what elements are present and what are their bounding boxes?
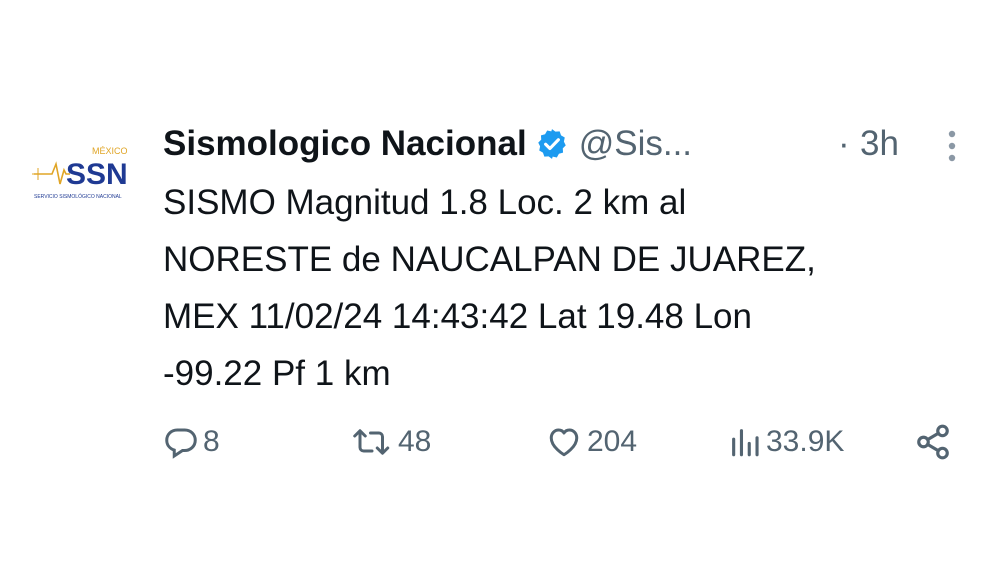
- share-icon: [917, 424, 949, 460]
- tweet-header: Sismologico Nacional @Sis...: [163, 122, 692, 166]
- reply-button[interactable]: 8: [163, 420, 220, 464]
- action-bar: 8 48 204 33.9K: [0, 420, 1004, 464]
- like-count: 204: [587, 425, 638, 458]
- avatar[interactable]: MÉXICO SSN SERVICIO SISMOLÓGICO NACIONAL: [30, 140, 134, 220]
- logo-main-text: SSN: [66, 158, 128, 191]
- timestamp[interactable]: 3h: [860, 122, 899, 166]
- tweet[interactable]: MÉXICO SSN SERVICIO SISMOLÓGICO NACIONAL…: [0, 0, 1004, 565]
- like-button[interactable]: 204: [545, 420, 637, 464]
- retweet-icon: [353, 429, 390, 455]
- separator-dot: ·: [838, 124, 850, 163]
- views-button[interactable]: 33.9K: [728, 420, 844, 464]
- user-handle[interactable]: @Sis...: [579, 124, 692, 164]
- more-vertical-icon[interactable]: [940, 128, 964, 164]
- retweet-count: 48: [398, 425, 432, 458]
- tweet-text: SISMO Magnitud 1.8 Loc. 2 km al NORESTE …: [163, 183, 816, 393]
- views-count: 33.9K: [766, 425, 845, 458]
- retweet-button[interactable]: 48: [350, 420, 431, 464]
- verified-badge-icon: [535, 127, 569, 161]
- ssn-logo-icon: MÉXICO SSN SERVICIO SISMOLÓGICO NACIONAL: [32, 146, 128, 200]
- share-button[interactable]: [914, 420, 956, 464]
- reply-icon: [165, 428, 197, 459]
- heart-icon: [549, 428, 579, 457]
- views-icon: [732, 429, 759, 457]
- reply-count: 8: [203, 425, 220, 458]
- display-name[interactable]: Sismologico Nacional: [163, 124, 527, 164]
- logo-country-text: MÉXICO: [92, 146, 128, 156]
- logo-subtitle-text: SERVICIO SISMOLÓGICO NACIONAL: [34, 193, 122, 200]
